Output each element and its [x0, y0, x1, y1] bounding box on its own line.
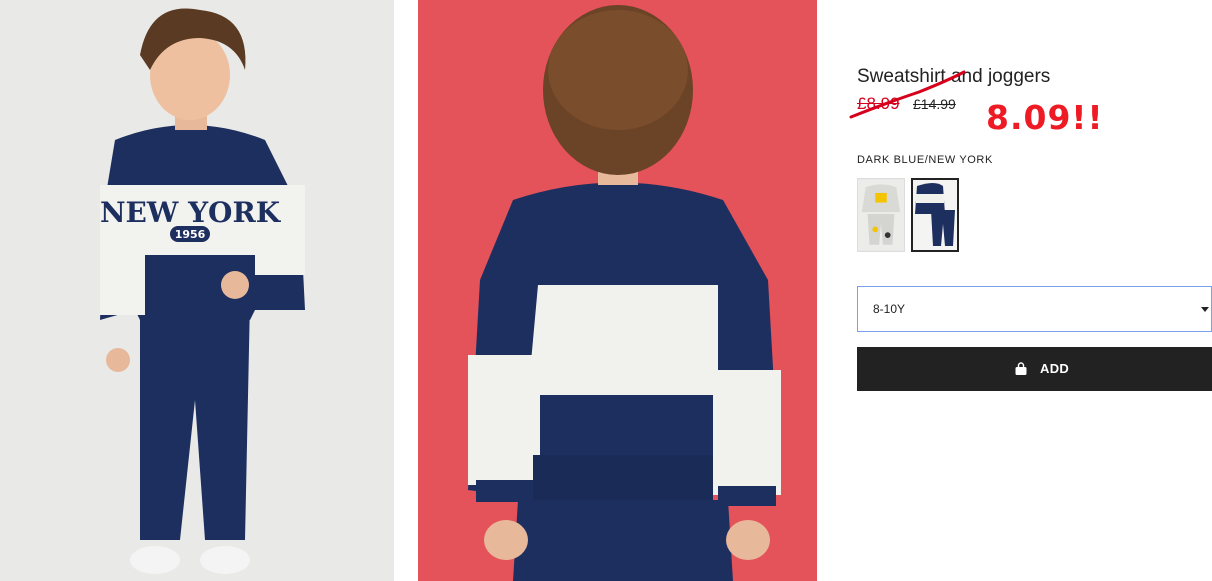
- swatch-dark-blue-image: [913, 180, 957, 250]
- swatch-grey-print-image: [858, 179, 904, 251]
- front-photo-illustration: NEW YORK 1956: [0, 0, 394, 581]
- product-image-front[interactable]: NEW YORK 1956: [0, 0, 394, 581]
- chevron-down-icon: [1201, 307, 1209, 312]
- front-print-line2: 1956: [175, 228, 206, 241]
- color-swatch-grey-print[interactable]: [857, 178, 905, 252]
- price-annotation: 8.09!!: [986, 98, 1104, 137]
- back-photo-illustration: [418, 0, 817, 581]
- add-button-label: ADD: [1040, 361, 1070, 376]
- add-to-bag-button[interactable]: ADD: [857, 347, 1212, 391]
- product-info-panel: Sweatshirt and joggers £8.99 £14.99 8.09…: [849, 0, 1212, 581]
- size-select[interactable]: 8-10Y: [857, 286, 1212, 332]
- selected-color-name: DARK BLUE/NEW YORK: [857, 154, 993, 166]
- color-swatch-dark-blue-new-york[interactable]: [911, 178, 959, 252]
- front-print-line1: NEW YORK: [100, 196, 282, 229]
- red-strike-scribble: [849, 70, 966, 119]
- product-image-back[interactable]: [418, 0, 817, 581]
- size-select-value: 8-10Y: [873, 302, 906, 316]
- bag-icon: [1015, 361, 1027, 375]
